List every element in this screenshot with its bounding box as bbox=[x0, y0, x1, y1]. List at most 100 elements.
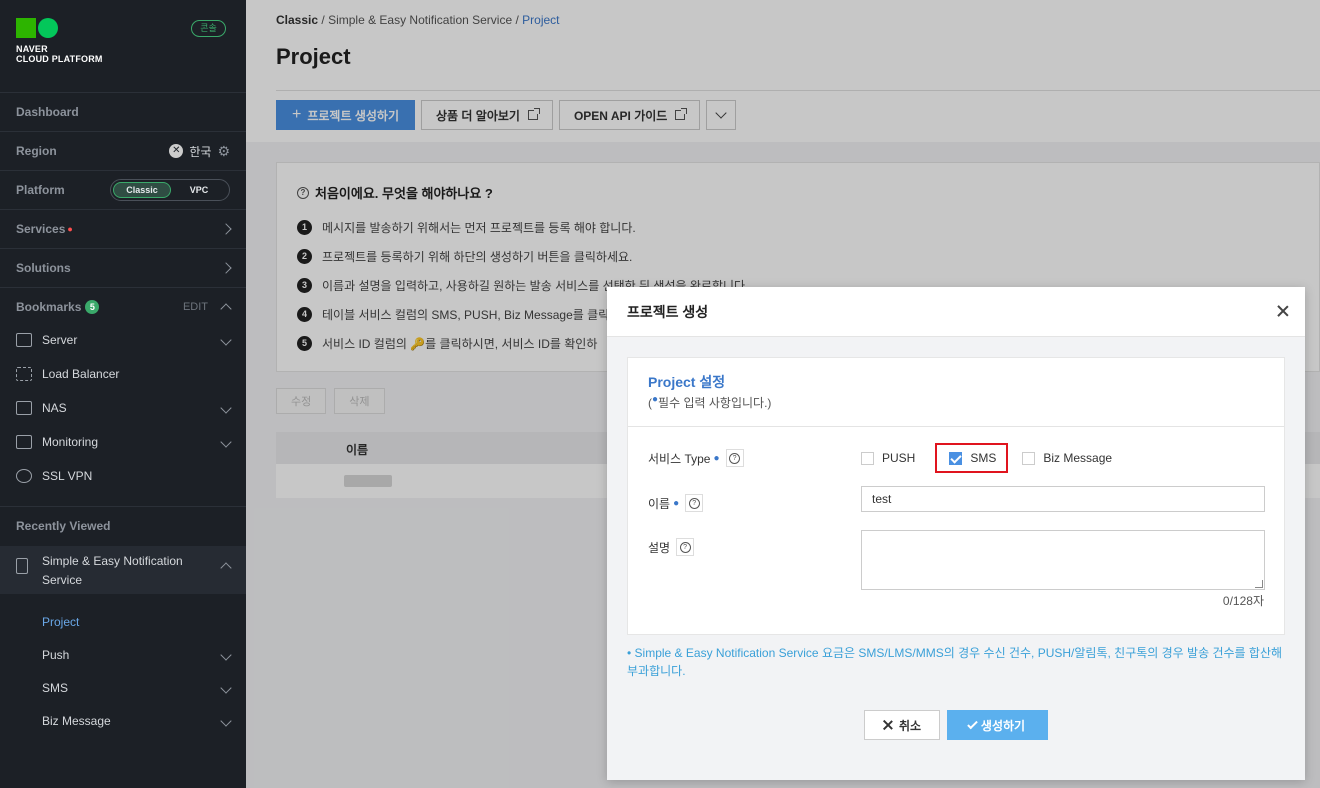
required-dot: ● bbox=[713, 452, 720, 464]
bookmark-label: SSL VPN bbox=[42, 469, 93, 483]
chevron-down-icon[interactable] bbox=[220, 681, 232, 694]
push-checkbox-box[interactable] bbox=[861, 451, 874, 465]
load-balancer-icon bbox=[16, 367, 32, 381]
brand-line2: CLOUD PLATFORM bbox=[16, 54, 103, 64]
question-icon: ? bbox=[688, 497, 700, 509]
bookmark-ssl-vpn[interactable]: SSL VPN bbox=[0, 459, 246, 493]
card-divider bbox=[628, 426, 1284, 427]
dashboard-label: Dashboard bbox=[16, 105, 79, 119]
cancel-button[interactable]: 취소 bbox=[864, 710, 940, 740]
biz-message-checkbox-box[interactable] bbox=[1022, 451, 1036, 465]
bookmark-server[interactable]: Server bbox=[0, 323, 246, 357]
sub-item-label: Push bbox=[42, 647, 70, 662]
sub-item-label: Project bbox=[42, 614, 80, 629]
solutions-label: Solutions bbox=[16, 261, 71, 275]
description-help-button[interactable]: ? bbox=[676, 538, 695, 556]
ssl-vpn-icon bbox=[16, 469, 32, 483]
sidebar-item-push[interactable]: Push bbox=[0, 638, 246, 671]
resize-handle-icon[interactable] bbox=[1255, 580, 1263, 588]
name-help-button[interactable]: ? bbox=[685, 494, 704, 512]
service-type-label: 서비스 Type ● ? bbox=[648, 449, 744, 467]
bookmark-label: NAS bbox=[42, 401, 67, 415]
sidebar-item-biz-message[interactable]: Biz Message bbox=[0, 704, 246, 737]
sidebar: NAVER CLOUD PLATFORM 콘솔 Dashboard Region… bbox=[0, 0, 246, 788]
modal-footer: 취소 생성하기 bbox=[864, 710, 1048, 740]
sms-highlight-box: SMS bbox=[935, 443, 1009, 473]
question-icon: ? bbox=[679, 541, 691, 553]
nav-services[interactable]: Services ● bbox=[0, 209, 246, 248]
close-icon bbox=[883, 720, 893, 730]
bookmark-label: Server bbox=[42, 333, 78, 347]
description-label: 설명 ? bbox=[648, 538, 695, 556]
recently-viewed-header: Recently Viewed bbox=[0, 506, 246, 545]
chevron-down-icon[interactable] bbox=[220, 648, 232, 661]
create-project-modal: 프로젝트 생성 Project 설정 (●필수 입력 사항입니다.) 서비스 T… bbox=[607, 287, 1305, 780]
region-label: Region bbox=[16, 144, 57, 158]
name-label-text: 이름 bbox=[648, 496, 671, 511]
question-icon: ? bbox=[729, 452, 741, 464]
modal-title: 프로젝트 생성 bbox=[627, 304, 709, 320]
chevron-down-icon[interactable] bbox=[220, 714, 232, 727]
sidebar-item-project[interactable]: Project bbox=[0, 605, 246, 638]
chevron-down-icon[interactable] bbox=[220, 402, 232, 414]
recently-viewed-label: Recently Viewed bbox=[16, 519, 111, 533]
create-label: 생성하기 bbox=[980, 718, 1026, 733]
char-counter: 0/128자 bbox=[1222, 594, 1264, 608]
check-icon bbox=[967, 718, 978, 729]
project-name-input[interactable] bbox=[861, 486, 1265, 512]
bookmark-nas[interactable]: NAS bbox=[0, 391, 246, 425]
service-type-help-button[interactable]: ? bbox=[725, 449, 744, 467]
chevron-right-icon bbox=[220, 223, 232, 235]
chevron-down-icon[interactable] bbox=[220, 436, 232, 448]
nav-solutions[interactable]: Solutions bbox=[0, 248, 246, 287]
nav-bookmarks: Bookmarks 5 EDIT bbox=[0, 287, 246, 326]
region-value[interactable]: 한국 bbox=[189, 143, 211, 160]
create-button[interactable]: 생성하기 bbox=[947, 710, 1048, 740]
project-settings-card: Project 설정 (●필수 입력 사항입니다.) 서비스 Type ● ? P… bbox=[627, 357, 1285, 635]
bookmark-load-balancer[interactable]: Load Balancer bbox=[0, 357, 246, 391]
recent-service-label: Simple & Easy Notification Service bbox=[42, 554, 183, 587]
sms-checkbox[interactable]: SMS bbox=[949, 451, 996, 465]
required-dot: ● bbox=[673, 497, 680, 509]
sidebar-item-sms[interactable]: SMS bbox=[0, 671, 246, 704]
close-icon[interactable] bbox=[1277, 305, 1289, 317]
recent-service-item[interactable]: Simple & Easy Notification Service bbox=[0, 546, 246, 594]
description-label-text: 설명 bbox=[648, 540, 671, 555]
nas-icon bbox=[16, 401, 32, 415]
chevron-up-icon[interactable] bbox=[220, 562, 232, 574]
chevron-up-icon[interactable] bbox=[220, 303, 232, 315]
push-option-label: PUSH bbox=[882, 451, 916, 465]
nav-dashboard[interactable]: Dashboard bbox=[0, 92, 246, 131]
services-new-dot: ● bbox=[67, 224, 73, 234]
sms-option-label: SMS bbox=[970, 451, 997, 465]
required-note: (●필수 입력 사항입니다.) bbox=[648, 394, 771, 411]
service-type-options: PUSH SMS Biz Message bbox=[861, 443, 1132, 473]
name-label: 이름 ● ? bbox=[648, 494, 704, 512]
bookmark-label: Load Balancer bbox=[42, 367, 120, 381]
pricing-note: • Simple & Easy Notification Service 요금은… bbox=[627, 646, 1283, 678]
bookmarks-edit-link[interactable]: EDIT bbox=[183, 301, 208, 313]
required-note-text: 필수 입력 사항입니다.) bbox=[658, 396, 772, 410]
gear-icon[interactable]: ⚙ bbox=[217, 143, 230, 160]
sub-item-label: Biz Message bbox=[42, 713, 111, 728]
korea-flag-icon: ✕ bbox=[169, 144, 184, 158]
platform-classic-option[interactable]: Classic bbox=[113, 182, 171, 198]
console-badge[interactable]: 콘솔 bbox=[191, 20, 226, 37]
brand-line1: NAVER bbox=[16, 44, 48, 54]
push-checkbox[interactable]: PUSH bbox=[861, 451, 915, 465]
monitoring-icon bbox=[16, 435, 32, 449]
biz-message-checkbox[interactable]: Biz Message bbox=[1022, 451, 1112, 465]
naver-cloud-logo[interactable]: NAVER CLOUD PLATFORM bbox=[16, 18, 103, 64]
service-type-text: 서비스 Type bbox=[648, 451, 711, 466]
bookmark-label: Monitoring bbox=[42, 435, 99, 449]
platform-vpc-option[interactable]: VPC bbox=[171, 185, 227, 195]
biz-message-option-label: Biz Message bbox=[1043, 451, 1113, 465]
project-description-textarea[interactable] bbox=[861, 530, 1265, 590]
cancel-label: 취소 bbox=[898, 718, 922, 733]
chevron-down-icon[interactable] bbox=[220, 334, 232, 346]
nav-region: Region ✕ 한국 ⚙ bbox=[0, 131, 246, 170]
bookmark-monitoring[interactable]: Monitoring bbox=[0, 425, 246, 459]
server-icon bbox=[16, 333, 32, 347]
sms-checkbox-box[interactable] bbox=[949, 451, 963, 465]
platform-toggle[interactable]: Classic VPC bbox=[110, 179, 230, 201]
